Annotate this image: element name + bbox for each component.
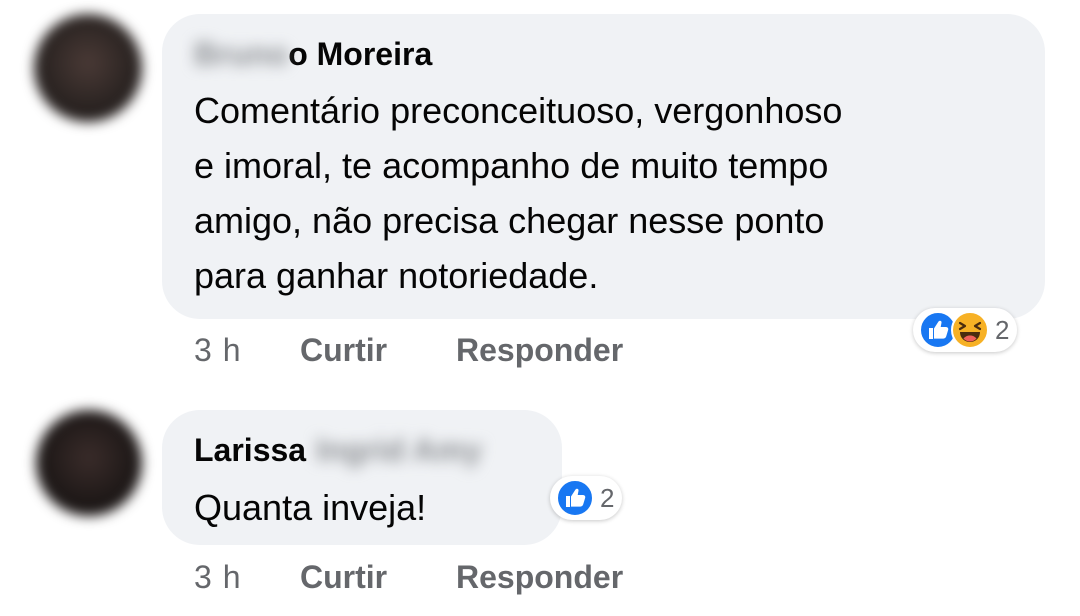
reply-button[interactable]: Responder — [456, 557, 623, 597]
like-button[interactable]: Curtir — [300, 557, 387, 597]
comment-text-line: e imoral, te acompanho de muito tempo — [194, 145, 829, 186]
comment-author-name[interactable]: Larissa Ingrid Amy — [194, 430, 482, 470]
author-name-visible: o Moreira — [288, 36, 433, 72]
comment-actions: 3 h Curtir Responder — [194, 330, 623, 370]
comment-author-name[interactable]: Brunoo Moreira — [194, 34, 432, 74]
haha-icon — [951, 311, 989, 349]
comment-timestamp[interactable]: 3 h — [194, 559, 241, 595]
reactions-summary[interactable]: 2 — [550, 476, 623, 520]
comment-text-line: amigo, não precisa chegar nesse ponto — [194, 200, 825, 241]
reply-button[interactable]: Responder — [456, 330, 623, 370]
reaction-count: 2 — [600, 483, 615, 513]
comment-text: Comentário preconceituoso, vergonhoso e … — [194, 83, 1024, 303]
comment-actions: 3 h Curtir Responder — [194, 557, 623, 597]
obscured-name-part: Ingrid Amy — [316, 432, 483, 468]
comment-text: Quanta inveja! — [194, 487, 427, 528]
like-button[interactable]: Curtir — [300, 330, 387, 370]
comment-text-line: para ganhar notoriedade. — [194, 255, 599, 296]
comment-text-line: Comentário preconceituoso, vergonhoso — [194, 90, 843, 131]
like-icon — [556, 479, 594, 517]
reactions-summary[interactable]: 2 — [913, 308, 1018, 352]
comment-timestamp[interactable]: 3 h — [194, 332, 241, 368]
commenter-avatar[interactable] — [36, 410, 142, 516]
reaction-count: 2 — [995, 315, 1010, 345]
commenter-avatar[interactable] — [34, 14, 142, 122]
obscured-name-part: Bruno — [194, 36, 289, 72]
author-name-visible: Larissa — [194, 432, 307, 468]
